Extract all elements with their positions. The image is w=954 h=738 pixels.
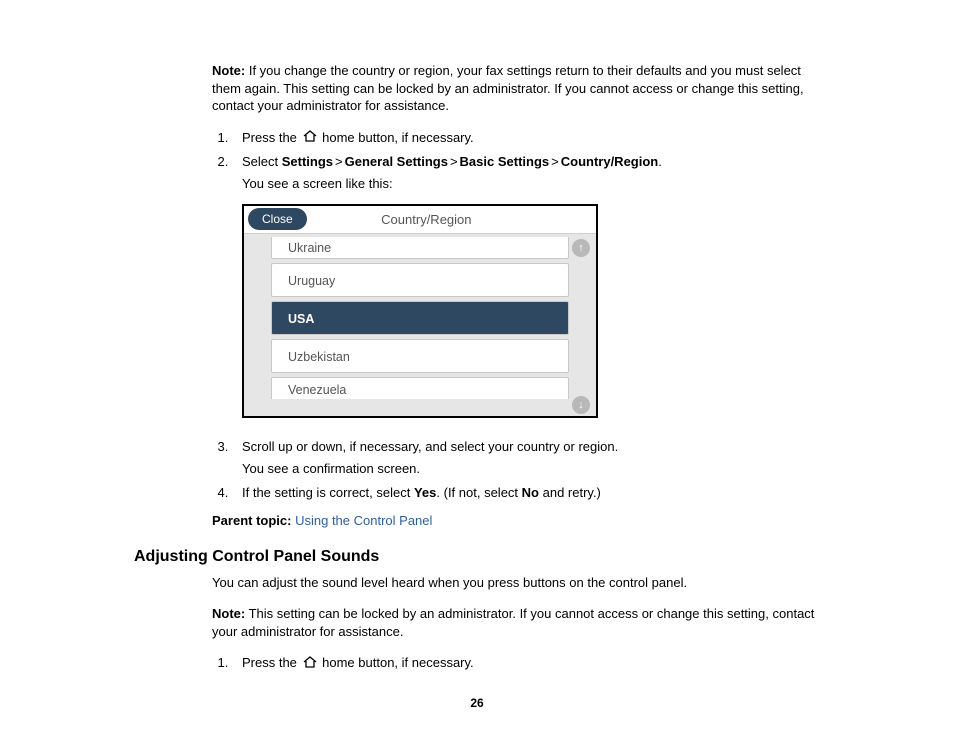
breadcrumb-country: Country/Region (561, 154, 659, 169)
list-item[interactable]: Uzbekistan (271, 339, 569, 373)
step-c1-text-a: Press the (242, 655, 301, 670)
step-4: If the setting is correct, select Yes. (… (232, 484, 824, 502)
list-item-selected[interactable]: USA (271, 301, 569, 335)
note-sounds: Note: This setting can be locked by an a… (212, 605, 824, 640)
device-header: Close Country/Region (244, 206, 596, 234)
scroll-column: ↑ ↓ (569, 237, 593, 416)
device-body: Ukraine Uruguay USA Uzbekistan Venezuela… (244, 234, 596, 416)
step-3-text: Scroll up or down, if necessary, and sel… (242, 439, 618, 454)
country-list: Ukraine Uruguay USA Uzbekistan Venezuela (271, 237, 569, 416)
device-frame: Close Country/Region Ukraine Uruguay USA… (242, 204, 598, 418)
section-heading-sounds: Adjusting Control Panel Sounds (130, 548, 824, 566)
parent-topic-link[interactable]: Using the Control Panel (295, 513, 432, 528)
scroll-up-button[interactable]: ↑ (572, 239, 590, 257)
step-c1: Press the home button, if necessary. (232, 654, 824, 673)
list-item[interactable]: Venezuela (271, 377, 569, 399)
breadcrumb-settings: Settings (282, 154, 333, 169)
section-intro: You can adjust the sound level heard whe… (212, 574, 824, 592)
step-2-text-a: Select (242, 154, 282, 169)
note-label: Note: (212, 63, 245, 78)
breadcrumb-sep-1: > (335, 154, 343, 169)
step-4-no: No (522, 485, 539, 500)
device-left-gutter (247, 237, 271, 416)
home-icon (303, 655, 317, 673)
list-item[interactable]: Uruguay (271, 263, 569, 297)
list-item[interactable]: Ukraine (271, 237, 569, 259)
step-1-text-a: Press the (242, 130, 301, 145)
step-3: Scroll up or down, if necessary, and sel… (232, 438, 824, 478)
note-country-region: Note: If you change the country or regio… (212, 62, 824, 115)
breadcrumb-basic: Basic Settings (460, 154, 550, 169)
parent-topic-label: Parent topic: (212, 513, 291, 528)
breadcrumb-sep-3: > (551, 154, 559, 169)
step-3-subline: You see a confirmation screen. (242, 460, 824, 478)
step-2-subline: You see a screen like this: (242, 175, 824, 193)
step-4-yes: Yes (414, 485, 436, 500)
step-4-text-a: If the setting is correct, select (242, 485, 414, 500)
steps-list-c: Press the home button, if necessary. (130, 654, 824, 673)
step-c1-text-b: home button, if necessary. (319, 655, 474, 670)
page-number: 26 (0, 696, 954, 710)
step-1-text-b: home button, if necessary. (319, 130, 474, 145)
step-4-text-c: . (If not, select (436, 485, 521, 500)
step-2-end: . (658, 154, 662, 169)
step-1: Press the home button, if necessary. (232, 129, 824, 148)
close-button[interactable]: Close (248, 208, 307, 230)
parent-topic: Parent topic: Using the Control Panel (212, 512, 824, 530)
note-text: This setting can be locked by an adminis… (212, 606, 814, 639)
step-2: Select Settings>General Settings>Basic S… (232, 153, 824, 193)
device-screenshot: Close Country/Region Ukraine Uruguay USA… (242, 204, 824, 418)
note-text: If you change the country or region, you… (212, 63, 804, 113)
breadcrumb-sep-2: > (450, 154, 458, 169)
steps-list-b: Scroll up or down, if necessary, and sel… (130, 438, 824, 503)
breadcrumb-general: General Settings (345, 154, 448, 169)
step-4-text-e: and retry.) (539, 485, 601, 500)
home-icon (303, 129, 317, 147)
scroll-down-button[interactable]: ↓ (572, 396, 590, 414)
steps-list-a: Press the home button, if necessary. Sel… (130, 129, 824, 194)
note-label: Note: (212, 606, 245, 621)
device-title: Country/Region (307, 212, 546, 227)
